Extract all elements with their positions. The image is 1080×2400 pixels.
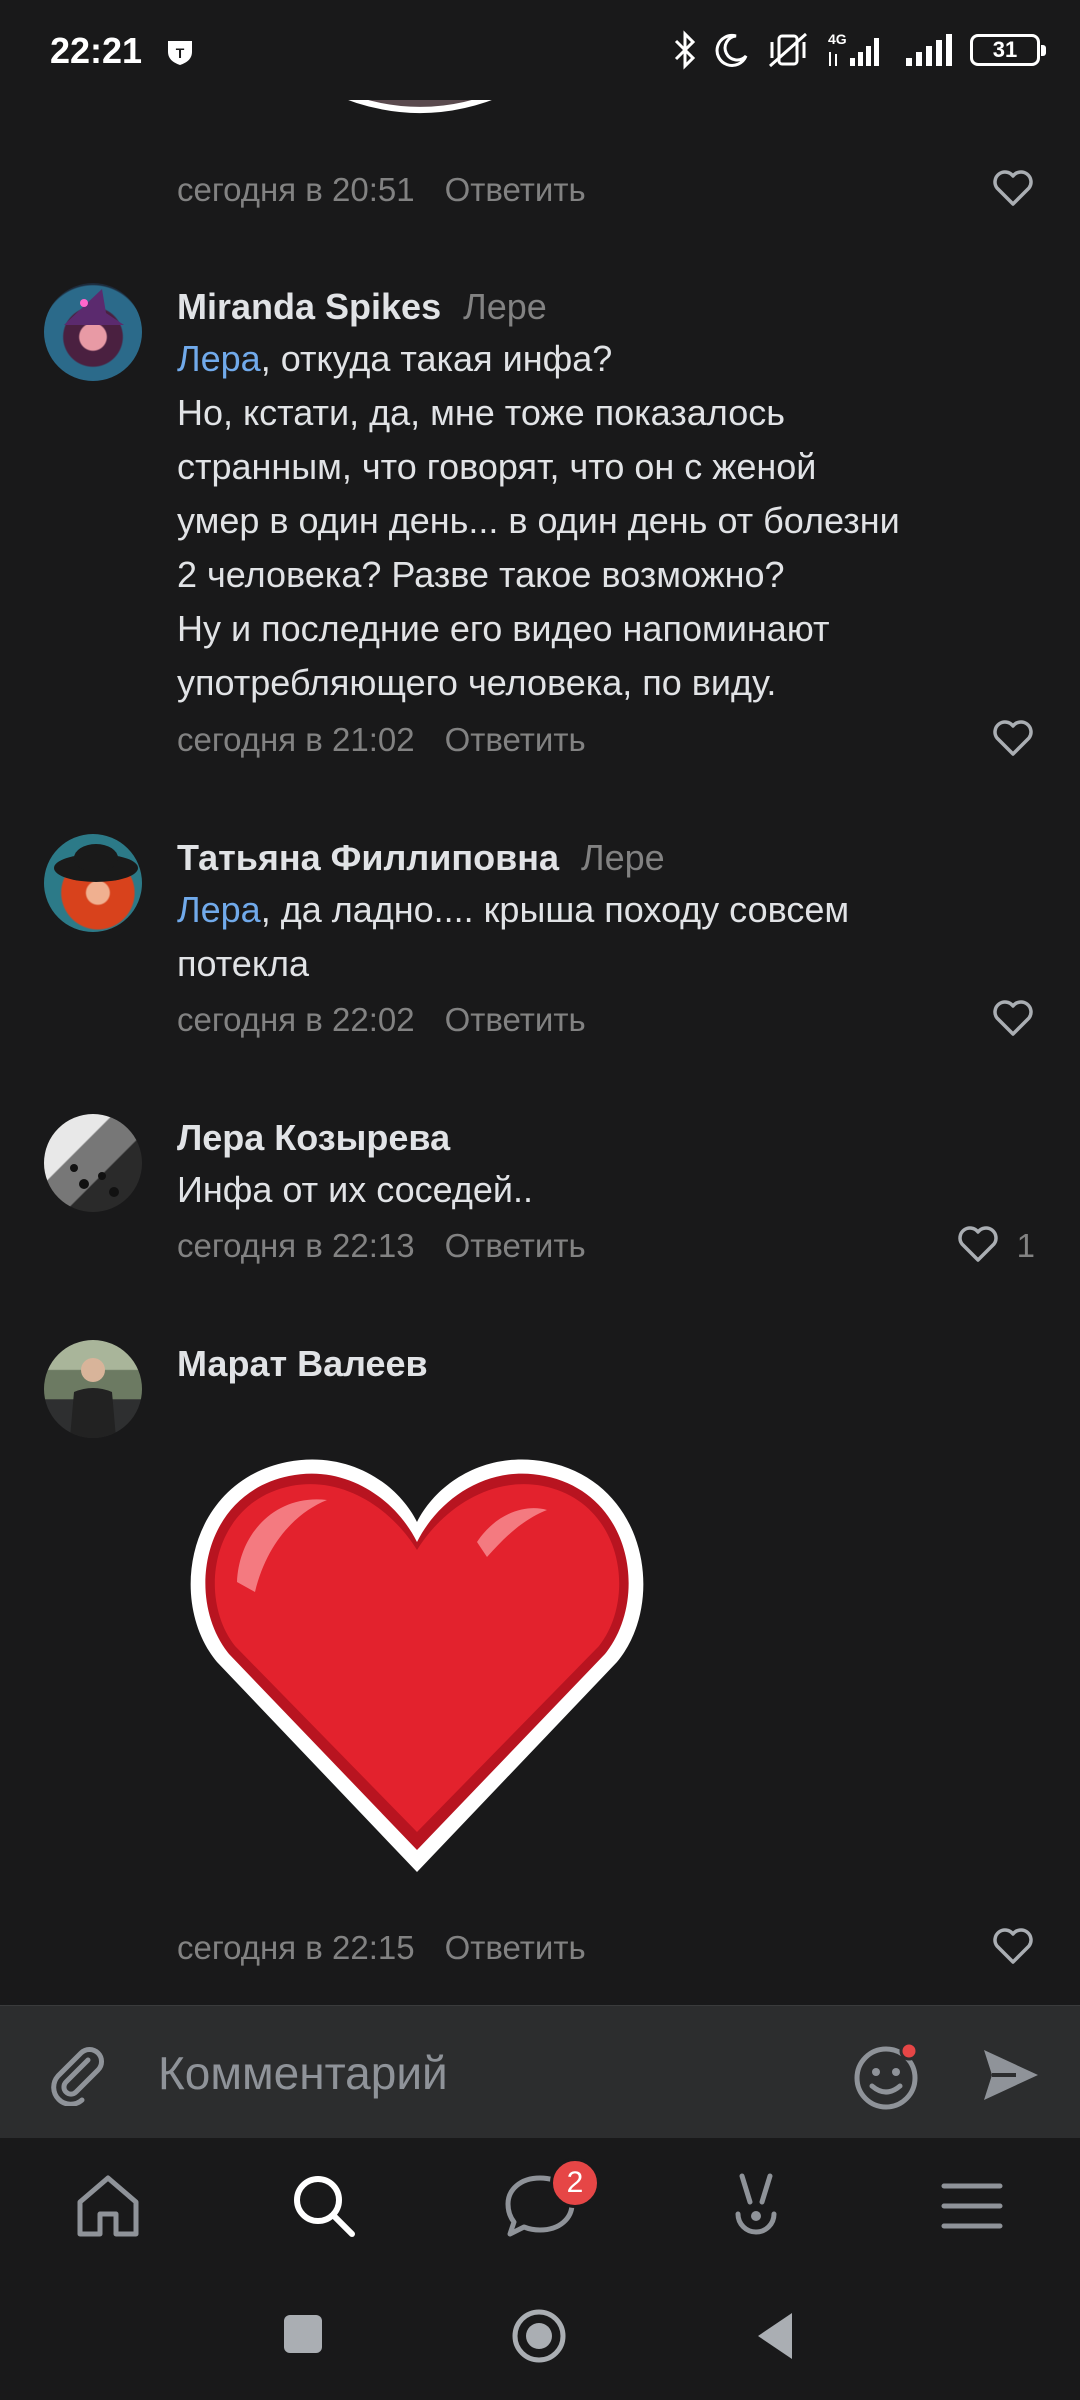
heart-icon[interactable] <box>956 1224 1000 1264</box>
reply-button[interactable]: Ответить <box>445 1929 586 1966</box>
comment-text: Лера, откуда такая инфа? <box>177 338 613 379</box>
comment-author[interactable]: Лера Козырева <box>177 1113 1037 1163</box>
comment-body: Miranda Spikes Лере Лера, откуда такая ин… <box>177 282 1037 710</box>
comment-meta: сегодня в 22:13 Ответить <box>177 1226 586 1266</box>
leopard-print-icon <box>70 1164 119 1197</box>
comment-text: Инфа от их соседей.. <box>177 1169 534 1210</box>
reply-to-label[interactable]: Лере <box>581 837 665 878</box>
svg-text:4G: 4G <box>828 31 847 47</box>
paperclip-icon[interactable] <box>44 2042 108 2106</box>
heart-icon[interactable] <box>991 718 1035 758</box>
reply-button[interactable]: Ответить <box>445 1227 586 1264</box>
comment-text: Лера, да ладно.... крыша походу совсем <box>177 889 850 930</box>
moon-icon <box>715 33 748 67</box>
recent-apps-icon[interactable] <box>280 2311 326 2357</box>
avatar[interactable] <box>44 1114 142 1212</box>
mention-link[interactable]: Лера <box>177 338 261 379</box>
comment-meta: сегодня в 22:15 Ответить <box>177 1928 586 1968</box>
comment-text-line: странным, что говорят, что он с женой <box>177 446 817 487</box>
comment-meta: сегодня в 22:02 Ответить <box>177 1000 586 1040</box>
battery-indicator: 31 <box>970 34 1046 66</box>
reply-to-label[interactable]: Лере <box>463 286 547 327</box>
comment-author[interactable]: Татьяна Филлиповна Лере <box>177 833 1037 883</box>
comment-author[interactable]: Марат Валеев <box>177 1339 1037 1389</box>
emoji-icon[interactable] <box>852 2042 922 2112</box>
signal-bars-icon <box>906 34 952 66</box>
person-icon <box>70 1358 116 1438</box>
clips-icon[interactable] <box>718 2168 794 2244</box>
home-icon[interactable] <box>70 2168 146 2244</box>
status-icons: 4G 31 <box>672 28 1046 72</box>
comment-time: сегодня в 20:51 <box>177 171 415 208</box>
reply-button[interactable]: Ответить <box>445 721 586 758</box>
status-bar: 22:21 T 4G 31 <box>0 0 1080 100</box>
shield-icon: T <box>168 41 192 65</box>
comment-time: сегодня в 22:15 <box>177 1929 415 1966</box>
comment-body: Лера Козырева Инфа от их соседей.. <box>177 1113 1037 1217</box>
reply-button[interactable]: Ответить <box>445 1001 586 1038</box>
search-icon[interactable] <box>286 2168 362 2244</box>
bottom-navigation <box>0 2137 1080 2269</box>
comment-body: Татьяна Филлиповна Лере Лера, да ладно...… <box>177 833 1037 991</box>
heart-sticker[interactable] <box>177 1432 657 1882</box>
comment-text-line: 2 человека? Разве такое возможно? <box>177 554 785 595</box>
comment-text-line: потекла <box>177 943 310 984</box>
witch-hat-icon <box>64 289 124 325</box>
signal-4g-icon: 4G <box>828 31 879 66</box>
mute-vibrate-icon <box>769 32 807 68</box>
status-time: 22:21 <box>50 30 143 71</box>
home-button-icon[interactable] <box>510 2307 568 2365</box>
comment-time: сегодня в 22:13 <box>177 1227 415 1264</box>
avatar[interactable] <box>44 283 142 381</box>
heart-icon[interactable] <box>991 998 1035 1038</box>
comment-text-line: Ну и последние его видео напоминают <box>177 608 830 649</box>
comment-composer: Комментарий <box>0 2005 1080 2137</box>
comment-time: сегодня в 22:02 <box>177 1001 415 1038</box>
comment-text-line: умер в один день... в один день от болез… <box>177 500 900 541</box>
svg-text:T: T <box>176 45 185 61</box>
comment-text-line: употребляющего человека, по виду. <box>177 662 777 703</box>
like-count: 1 <box>1016 1227 1035 1264</box>
comment-meta: сегодня в 21:02 Ответить <box>177 720 586 760</box>
mention-link[interactable]: Лера <box>177 889 261 930</box>
avatar[interactable] <box>44 834 142 932</box>
comment-text-line: Но, кстати, да, мне тоже показалось <box>177 392 785 433</box>
send-icon[interactable] <box>980 2044 1042 2106</box>
heart-icon[interactable] <box>991 168 1035 208</box>
hat-icon <box>54 844 138 882</box>
reply-button[interactable]: Ответить <box>445 171 586 208</box>
bluetooth-icon <box>674 30 696 70</box>
menu-icon[interactable] <box>934 2168 1010 2244</box>
avatar[interactable] <box>44 1340 142 1438</box>
heart-icon[interactable] <box>991 1926 1035 1966</box>
comment-time: сегодня в 21:02 <box>177 721 415 758</box>
messages-badge: 2 <box>550 2158 600 2208</box>
comment-author[interactable]: Miranda Spikes Лере <box>177 282 1037 332</box>
comment-input[interactable]: Комментарий <box>158 2046 448 2100</box>
comment-meta: сегодня в 20:51 Ответить <box>177 170 586 210</box>
back-icon[interactable] <box>752 2309 802 2363</box>
comment-body: Марат Валеев <box>177 1339 1037 1389</box>
system-navigation <box>0 2269 1080 2400</box>
